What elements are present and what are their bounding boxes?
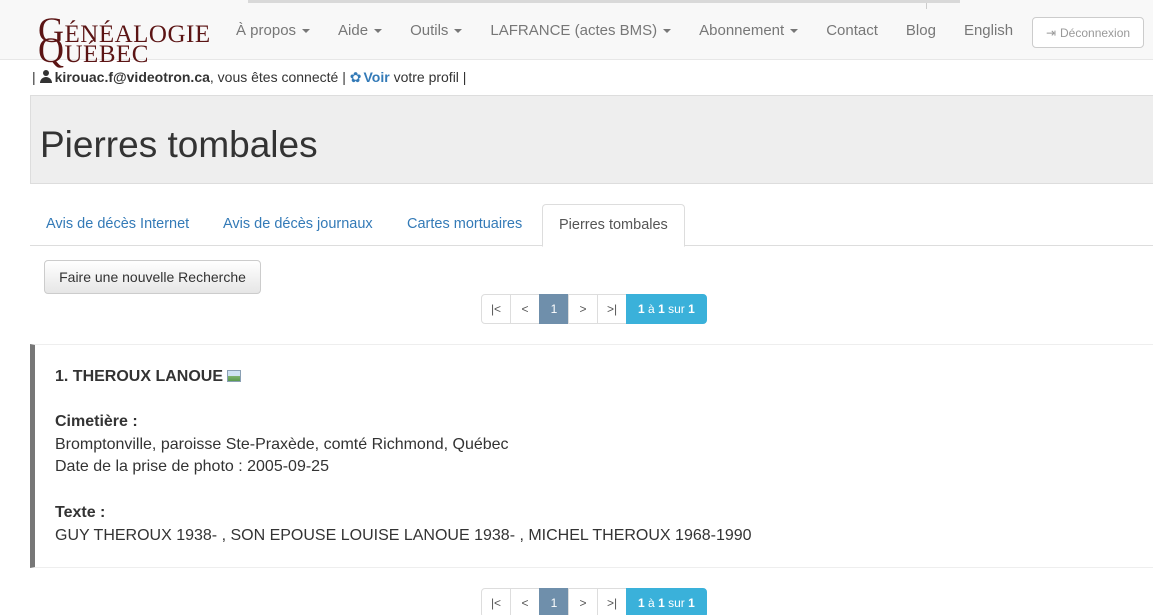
page-next-button[interactable]: > — [568, 294, 598, 324]
nav-item-contact[interactable]: Contact — [812, 22, 892, 39]
tab-pierres-tombales[interactable]: Pierres tombales — [542, 204, 685, 247]
tab-cartes-mortuaires[interactable]: Cartes mortuaires — [391, 204, 538, 246]
photo-date: Date de la prise de photo : 2005-09-25 — [55, 458, 329, 475]
text-value: GUY THEROUX 1938- , SON EPOUSE LOUISE LA… — [55, 527, 752, 544]
tab-avis-deces-journaux[interactable]: Avis de décès journaux — [207, 204, 389, 246]
page-title: Pierres tombales — [40, 124, 318, 165]
nav-item-english[interactable]: English — [950, 22, 1027, 39]
page-info-badge: 1 à 1 sur 1 — [626, 294, 707, 324]
caret-down-icon — [454, 28, 463, 33]
nav-item-a-propos[interactable]: À propos — [222, 22, 324, 39]
caret-down-icon — [374, 28, 383, 33]
nav-item-blog[interactable]: Blog — [892, 22, 950, 39]
pagination-bottom: |< < 1 > >| 1 à 1 sur 1 — [481, 588, 707, 615]
page-prev-button[interactable]: < — [510, 588, 540, 615]
page-prev-button[interactable]: < — [510, 294, 540, 324]
text-label: Texte : — [55, 504, 106, 521]
new-search-button[interactable]: Faire une nouvelle Recherche — [44, 260, 261, 294]
page-next-button[interactable]: > — [568, 588, 598, 615]
caret-down-icon — [663, 28, 672, 33]
caret-down-icon — [790, 28, 799, 33]
result-tabs: Avis de décès Internet Avis de décès jou… — [30, 204, 1153, 247]
site-logo[interactable]: GÉNÉALOGIE QUÉBEC — [38, 10, 210, 68]
sign-out-icon: ⇥ — [1045, 25, 1056, 40]
result-card: 1. THEROUX LANOUE Cimetière : Bromptonvi… — [30, 344, 1153, 568]
page-current-button[interactable]: 1 — [539, 588, 569, 615]
cemetery-value: Bromptonville, paroisse Ste-Praxède, com… — [55, 436, 509, 453]
result-title: 1. THEROUX LANOUE — [55, 368, 242, 386]
page-info-badge: 1 à 1 sur 1 — [626, 588, 707, 615]
cemetery-label: Cimetière : — [55, 413, 138, 430]
gear-icon: ✿ — [349, 69, 362, 85]
page-last-button[interactable]: >| — [597, 294, 627, 324]
pagination-top: |< < 1 > >| 1 à 1 sur 1 — [481, 294, 707, 324]
page-header: Pierres tombales — [30, 95, 1153, 184]
user-email: kirouac.f@videotron.ca — [54, 69, 210, 85]
top-navbar: GÉNÉALOGIE QUÉBEC À propos Aide Outils L… — [0, 0, 1153, 68]
logout-button[interactable]: ⇥ Déconnexion — [1032, 17, 1144, 48]
nav-item-aide[interactable]: Aide — [324, 22, 396, 39]
page-last-button[interactable]: >| — [597, 588, 627, 615]
nav-item-outils[interactable]: Outils — [396, 22, 476, 39]
logo-line-2: QUÉBEC — [38, 30, 149, 70]
main-nav: À propos Aide Outils LAFRANCE (actes BMS… — [222, 0, 1027, 60]
page-first-button[interactable]: |< — [481, 294, 511, 324]
view-profile-link[interactable]: ✿ Voir — [350, 69, 390, 85]
page-first-button[interactable]: |< — [481, 588, 511, 615]
tab-avis-deces-internet[interactable]: Avis de décès Internet — [30, 204, 205, 246]
nav-item-abonnement[interactable]: Abonnement — [685, 22, 812, 39]
caret-down-icon — [302, 28, 311, 33]
photo-icon[interactable] — [227, 370, 242, 382]
nav-item-lafrance[interactable]: LAFRANCE (actes BMS) — [476, 22, 685, 39]
user-status-line: | kirouac.f@videotron.ca, vous êtes conne… — [32, 69, 467, 85]
page-current-button[interactable]: 1 — [539, 294, 569, 324]
user-icon — [39, 70, 52, 83]
